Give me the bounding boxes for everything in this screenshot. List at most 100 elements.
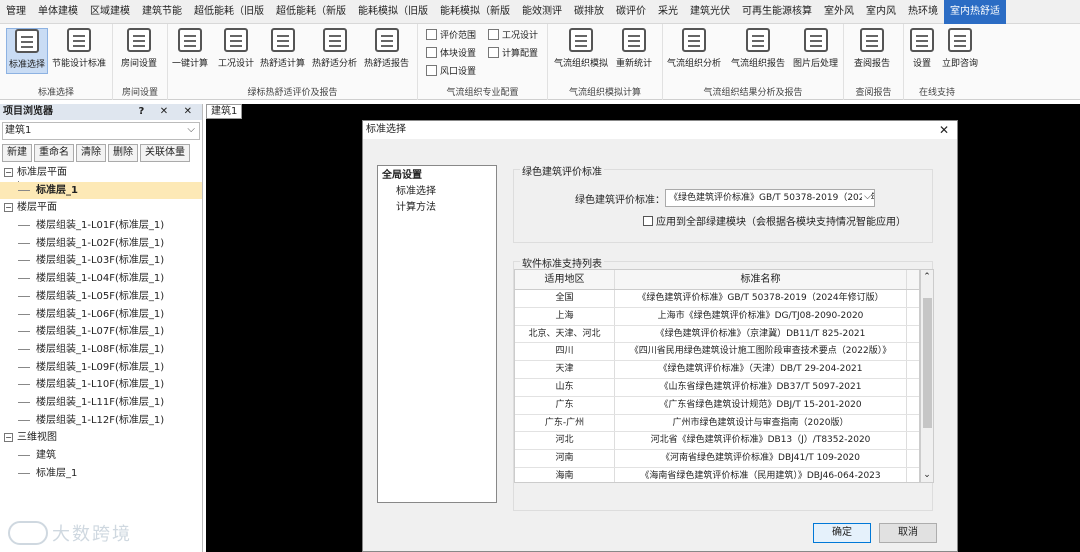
calc-config-button[interactable]: 计算配置 bbox=[488, 46, 538, 59]
airflow-report-button[interactable]: 气流组织报告 bbox=[731, 28, 785, 69]
tree-floor-item[interactable]: 楼层组装_1-L12F(标准层_1) bbox=[0, 412, 202, 430]
tab-11[interactable]: 采光 bbox=[652, 0, 684, 24]
tab-4[interactable]: 超低能耗（旧版 bbox=[188, 0, 270, 24]
tab-16[interactable]: 热环境 bbox=[902, 0, 944, 24]
collapse-icon[interactable]: − bbox=[4, 202, 13, 212]
eval-range-button[interactable]: 评价范围 bbox=[426, 28, 476, 41]
room-settings-button[interactable]: 房间设置 bbox=[121, 28, 157, 69]
comfort-report-button[interactable]: 热舒适报告 bbox=[364, 28, 409, 69]
tab-6[interactable]: 能耗模拟（旧版 bbox=[352, 0, 434, 24]
col-region[interactable]: 适用地区 bbox=[515, 270, 615, 289]
table-row[interactable]: 四川 《四川省民用绿色建筑设计施工图阶段审查技术要点（2022版）》 bbox=[515, 343, 919, 362]
tab-12[interactable]: 建筑光伏 bbox=[684, 0, 736, 24]
tab-13[interactable]: 可再生能源核算 bbox=[736, 0, 818, 24]
tree-floor-item[interactable]: 楼层组装_1-L11F(标准层_1) bbox=[0, 394, 202, 412]
panel-button-2[interactable]: 清除 bbox=[76, 144, 106, 162]
tree-floor-item[interactable]: 楼层组装_1-L06F(标准层_1) bbox=[0, 306, 202, 324]
airflow-condition-button[interactable]: 工况设计 bbox=[488, 28, 538, 41]
tree-floor-plane[interactable]: − 楼层平面 bbox=[0, 199, 202, 217]
tree-view-std[interactable]: 标准层_1 bbox=[0, 465, 202, 483]
ok-button[interactable]: 确定 bbox=[813, 523, 871, 543]
tab-17[interactable]: 室内热舒适 bbox=[944, 0, 1006, 24]
tree-3d-view[interactable]: − 三维视图 bbox=[0, 429, 202, 447]
one-click-calc-button[interactable]: 一键计算 bbox=[172, 28, 208, 69]
tree-std-plane[interactable]: − 标准层平面 bbox=[0, 164, 202, 182]
table-row[interactable]: 河北 河北省《绿色建筑评价标准》DB13（J）/T8352-2020 bbox=[515, 432, 919, 451]
consult-button[interactable]: 立即咨询 bbox=[942, 28, 978, 69]
table-row[interactable]: 河南 《河南省绿色建筑评价标准》DBJ41/T 109-2020 bbox=[515, 450, 919, 468]
comfort-calc-button[interactable]: 热舒适计算 bbox=[260, 28, 305, 69]
tab-9[interactable]: 碳排放 bbox=[568, 0, 610, 24]
tree-floor-item[interactable]: 楼层组装_1-L02F(标准层_1) bbox=[0, 235, 202, 253]
table-row[interactable]: 山东 《山东省绿色建筑评价标准》DB37/T 5097-2021 bbox=[515, 378, 919, 397]
table-row[interactable]: 天津 《绿色建筑评价标准》（天津）DB/T 29-204-2021 bbox=[515, 361, 919, 379]
condition-design-button[interactable]: 工况设计 bbox=[218, 28, 254, 69]
table-row[interactable]: 全国 《绿色建筑评价标准》GB/T 50378-2019（2024年修订版） bbox=[515, 290, 919, 308]
scroll-up-icon[interactable]: ⌃ bbox=[921, 270, 933, 284]
tree-floor-item[interactable]: 楼层组装_1-L09F(标准层_1) bbox=[0, 359, 202, 377]
tab-2[interactable]: 区域建模 bbox=[84, 0, 136, 24]
airflow-sim-button[interactable]: 气流组织模拟 bbox=[554, 28, 608, 69]
comfort-analysis-button[interactable]: 热舒适分析 bbox=[312, 28, 357, 69]
building-dropdown[interactable]: 建筑1 bbox=[2, 122, 200, 140]
cell-standard: 《河南省绿色建筑评价标准》DBJ41/T 109-2020 bbox=[615, 450, 907, 467]
nav-global-settings[interactable]: 全局设置 bbox=[382, 168, 492, 184]
nav-calc-method[interactable]: 计算方法 bbox=[382, 200, 492, 216]
tree-floor-item[interactable]: 楼层组装_1-L07F(标准层_1) bbox=[0, 323, 202, 341]
tab-15[interactable]: 室内风 bbox=[860, 0, 902, 24]
image-postprocess-button[interactable]: 图片后处理 bbox=[793, 28, 838, 69]
table-row[interactable]: 广东-广州 广州市绿色建筑设计与审查指南（2020版） bbox=[515, 414, 919, 433]
tree-floor-item[interactable]: 楼层组装_1-L05F(标准层_1) bbox=[0, 288, 202, 306]
tab-8[interactable]: 能效测评 bbox=[516, 0, 568, 24]
viewport-tab[interactable]: 建筑1 bbox=[206, 104, 243, 119]
tree-view-building[interactable]: 建筑 bbox=[0, 447, 202, 465]
settings-button[interactable]: 设置 bbox=[910, 28, 934, 69]
panel-button-0[interactable]: 新建 bbox=[2, 144, 32, 162]
block-settings-button[interactable]: 体块设置 bbox=[426, 46, 476, 59]
tab-14[interactable]: 室外风 bbox=[818, 0, 860, 24]
table-row[interactable]: 海南 《海南省绿色建筑评价标准（民用建筑）》DBJ46-064-2023 bbox=[515, 467, 919, 482]
tree-floor-item[interactable]: 楼层组装_1-L08F(标准层_1) bbox=[0, 341, 202, 359]
panel-button-1[interactable]: 重命名 bbox=[34, 144, 74, 162]
tree-floor-item[interactable]: 楼层组装_1-L04F(标准层_1) bbox=[0, 270, 202, 288]
collapse-icon[interactable]: − bbox=[4, 167, 13, 177]
airflow-analysis-button[interactable]: 气流组织分析 bbox=[667, 28, 721, 69]
col-standard[interactable]: 标准名称 bbox=[615, 270, 907, 289]
tree-std-floor[interactable]: 标准层_1 bbox=[0, 181, 202, 200]
cancel-button[interactable]: 取消 bbox=[879, 523, 937, 543]
apply-all-checkbox[interactable]: 应用到全部绿建模块（会根据各模块支持情况智能应用） bbox=[643, 213, 906, 228]
tab-1[interactable]: 单体建模 bbox=[32, 0, 84, 24]
table-scrollbar[interactable]: ⌃ ⌄ bbox=[920, 269, 934, 483]
standard-select-button[interactable]: 标准选择 bbox=[6, 28, 49, 74]
recount-button[interactable]: 重新统计 bbox=[616, 28, 652, 69]
vent-settings-button[interactable]: 风口设置 bbox=[426, 64, 476, 77]
group-standard: 标准选择 节能设计标准 标准选择 bbox=[0, 24, 113, 100]
cell-region: 广东 bbox=[515, 396, 615, 414]
close-icon[interactable]: ✕ bbox=[939, 121, 949, 139]
scroll-thumb[interactable] bbox=[923, 298, 932, 428]
tree-floor-item[interactable]: 楼层组装_1-L01F(标准层_1) bbox=[0, 217, 202, 235]
nav-standard-select[interactable]: 标准选择 bbox=[382, 184, 492, 200]
tab-3[interactable]: 建筑节能 bbox=[136, 0, 188, 24]
panel-button-3[interactable]: 删除 bbox=[108, 144, 138, 162]
view-report-button[interactable]: 查阅报告 bbox=[854, 28, 890, 69]
table-row[interactable]: 北京、天津、河北 《绿色建筑评价标准》（京津冀）DB11/T 825-2021 bbox=[515, 325, 919, 344]
table-body: 全国 《绿色建筑评价标准》GB/T 50378-2019（2024年修订版） 上海上… bbox=[515, 290, 919, 482]
tree-floor-item[interactable]: 楼层组装_1-L10F(标准层_1) bbox=[0, 376, 202, 394]
table-row[interactable]: 上海 上海市《绿色建筑评价标准》DG/TJ08-2090-2020 bbox=[515, 307, 919, 326]
tab-7[interactable]: 能耗模拟（新版 bbox=[434, 0, 516, 24]
tab-5[interactable]: 超低能耗（新版 bbox=[270, 0, 352, 24]
energy-standard-button[interactable]: 节能设计标准 bbox=[52, 28, 106, 69]
table-row[interactable]: 广东 《广东省绿色建筑设计规范》DBJ/T 15-201-2020 bbox=[515, 396, 919, 415]
tab-0[interactable]: 管理 bbox=[0, 0, 32, 24]
tree-floor-item[interactable]: 楼层组装_1-L03F(标准层_1) bbox=[0, 252, 202, 270]
collapse-icon[interactable]: − bbox=[4, 432, 13, 442]
green-standard-select[interactable]: 《绿色建筑评价标准》GB/T 50378-2019（2024年修订版） bbox=[665, 189, 875, 207]
tab-10[interactable]: 碳评价 bbox=[610, 0, 652, 24]
panel-controls[interactable]: ? ✕ ✕ bbox=[138, 104, 198, 120]
standard-icon bbox=[15, 29, 39, 53]
group-airflow-config: 评价范围 体块设置 风口设置 工况设计 计算配置 气流组织专业配置 bbox=[418, 24, 548, 100]
checkbox-box[interactable] bbox=[643, 215, 653, 226]
scroll-down-icon[interactable]: ⌄ bbox=[921, 468, 933, 482]
panel-button-4[interactable]: 关联体量 bbox=[140, 144, 190, 162]
